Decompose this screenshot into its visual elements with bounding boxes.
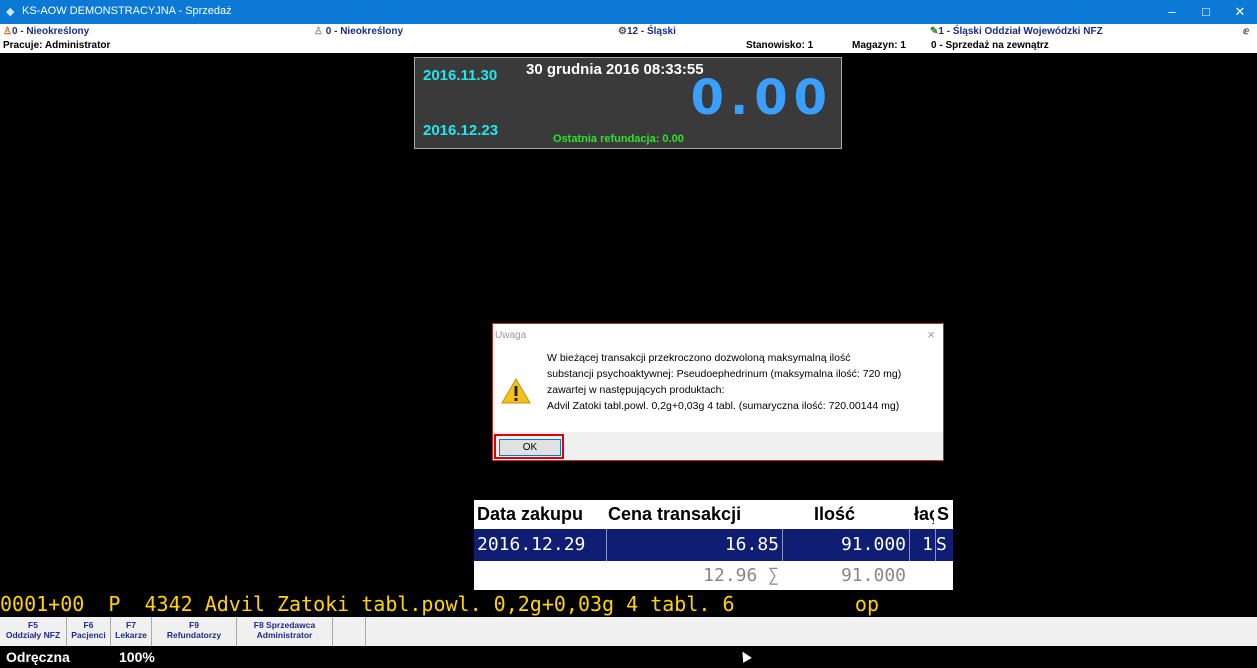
table-summary-row: 12.96 ∑ 91.000 xyxy=(474,561,953,590)
status-bar: Odręczna 100% xyxy=(0,646,1257,668)
zoom-level: 100% xyxy=(119,649,155,665)
message-line: substancji psychoaktywnej: Pseudoephedri… xyxy=(547,368,902,380)
warning-icon xyxy=(501,378,531,404)
table-row[interactable]: 2016.12.29 16.85 91.000 1 S xyxy=(474,529,953,561)
cell-4: 1 xyxy=(922,534,933,555)
fkey-pacjenci[interactable]: F6 Pacjenci xyxy=(67,617,111,646)
divider xyxy=(606,529,607,561)
region-info[interactable]: ⚙12 - Śląski xyxy=(618,26,676,37)
cashier-display: 2016.11.30 2016.12.23 30 grudnia 2016 08… xyxy=(414,57,842,149)
minimize-button[interactable]: – xyxy=(1155,0,1189,24)
message-line: Advil Zatoki tabl.powl. 0,2g+0,03g 4 tab… xyxy=(547,400,900,412)
current-datetime: 30 grudnia 2016 08:33:55 xyxy=(526,61,704,78)
last-refund: Ostatnia refundacja: 0.00 xyxy=(553,133,684,145)
message-line: W bieżącej transakcji przekroczono dozwo… xyxy=(547,352,851,364)
divider xyxy=(782,529,783,561)
warehouse-label: Magazyn: 1 xyxy=(852,40,906,51)
fkey-lekarze[interactable]: F7 Lekarze xyxy=(111,617,152,646)
close-button[interactable]: ✕ xyxy=(1223,0,1257,24)
nfz-info[interactable]: ✎1 - Śląski Oddział Wojewódzki NFZ xyxy=(930,26,1103,37)
sum-price: 12.96 ∑ xyxy=(703,565,779,586)
input-mode: Odręczna xyxy=(6,649,70,665)
col-header-date[interactable]: Data zakupu xyxy=(477,500,607,529)
dialog-message: W bieżącej transakcji przekroczono dozwo… xyxy=(547,350,901,414)
warning-dialog: Uwaga × W bieżącej transakcji przekroczo… xyxy=(492,323,944,461)
app-icon: ◆ xyxy=(6,6,15,18)
gear-icon: ⚙ xyxy=(618,26,627,37)
fkey-refundatorzy[interactable]: F9 Refundatorzy xyxy=(152,617,237,646)
total-amount: 0.00 xyxy=(690,70,833,126)
col-header-qty[interactable]: Ilość xyxy=(814,500,874,529)
station-label: Stanowisko: 1 xyxy=(746,40,814,51)
branch-info[interactable]: ♙0 - Nieokreślony xyxy=(3,26,89,37)
doctor-info[interactable]: ♙ 0 - Nieokreślony xyxy=(314,26,403,37)
dialog-title: Uwaga xyxy=(495,330,527,341)
cell-date: 2016.12.29 xyxy=(477,534,586,555)
date-from: 2016.11.30 xyxy=(423,67,498,84)
ok-highlight: OK xyxy=(494,434,564,459)
ok-button[interactable]: OK xyxy=(499,439,561,456)
col-header-price[interactable]: Cena transakcji xyxy=(608,500,778,529)
divider xyxy=(909,529,910,561)
cell-price: 16.85 xyxy=(724,534,779,555)
dialog-close-icon[interactable]: × xyxy=(927,327,935,342)
person-icon: ♙ xyxy=(3,26,12,37)
cell-qty: 91.000 xyxy=(840,534,906,555)
person-icon: ♙ xyxy=(314,26,326,37)
fkey-oddzialy-nfz[interactable]: F5 Oddziały NFZ xyxy=(0,617,67,646)
info-bar: ♙0 - Nieokreślony ♙ 0 - Nieokreślony ⚙12… xyxy=(0,24,1257,39)
message-line: zawartej w następujących produktach: xyxy=(547,384,725,396)
maximize-button[interactable]: □ xyxy=(1189,0,1223,24)
col-header-4[interactable]: łaç xyxy=(914,500,934,529)
dialog-footer: OK xyxy=(493,432,943,460)
title-bar: ◆ KS-AOW DEMONSTRACYJNA - Sprzedaż – □ ✕ xyxy=(0,0,1257,24)
function-key-bar: F5 Oddziały NFZ F6 Pacjenci F7 Lekarze F9 Re… xyxy=(0,617,1257,646)
fkey-sprzedawca[interactable]: F8 Sprzedawca Administrator xyxy=(237,617,333,646)
window-title: KS-AOW DEMONSTRACYJNA - Sprzedaż xyxy=(22,5,232,17)
refresh-icon[interactable]: ⅇ xyxy=(1243,26,1249,37)
current-product-line: 0001+00 P 4342 Advil Zatoki tabl.powl. 0… xyxy=(0,592,879,616)
cell-5: S xyxy=(936,534,947,555)
current-user: Pracuje: Administrator xyxy=(3,40,111,51)
transactions-table: Data zakupu Cena transakcji Ilość łaç S … xyxy=(474,500,953,590)
fkey-empty xyxy=(333,617,366,646)
sale-type-label: 0 - Sprzedaż na zewnątrz xyxy=(931,40,1049,51)
sum-qty: 91.000 xyxy=(840,565,906,586)
col-header-5[interactable]: S xyxy=(937,500,953,529)
date-to: 2016.12.23 xyxy=(423,122,499,139)
status-info-bar: Pracuje: Administrator Stanowisko: 1 Mag… xyxy=(0,39,1257,53)
